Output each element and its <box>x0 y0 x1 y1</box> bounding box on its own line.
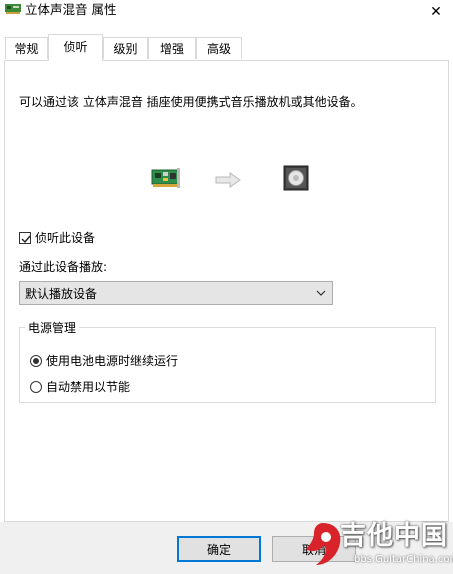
playback-device-select[interactable]: 默认播放设备 <box>19 281 333 305</box>
tab-levels[interactable]: 级别 <box>103 37 148 59</box>
playback-device-value: 默认播放设备 <box>25 286 98 301</box>
tab-general[interactable]: 常规 <box>5 37 48 59</box>
watermark-url: bbs.GuitarChina.com <box>354 554 453 565</box>
ok-button[interactable]: 确定 <box>177 536 261 562</box>
window-title: 立体声混音 属性 <box>25 2 117 17</box>
device-illustration <box>0 160 453 196</box>
sound-card-image-icon <box>151 168 180 188</box>
close-icon: ✕ <box>430 4 442 20</box>
listen-checkbox[interactable] <box>19 231 31 244</box>
arrow-right-icon <box>215 172 241 188</box>
tab-advanced[interactable]: 高级 <box>196 37 242 59</box>
tab-bar: 常规 侦听 级别 增强 高级 <box>0 34 453 61</box>
power-option-continue[interactable]: 使用电池电源时继续运行 <box>30 352 178 369</box>
power-option-label: 自动禁用以节能 <box>46 380 131 394</box>
sound-card-icon <box>5 4 21 14</box>
watermark-text: 吉他中国 <box>340 521 449 551</box>
radio-button[interactable] <box>30 380 42 393</box>
tab-enhancements[interactable]: 增强 <box>148 37 196 59</box>
radio-button-selected[interactable] <box>30 354 42 367</box>
close-button[interactable]: ✕ <box>419 0 453 24</box>
tab-listen[interactable]: 侦听 <box>48 34 103 61</box>
checkmark-icon <box>21 235 31 243</box>
power-management-title: 电源管理 <box>25 319 80 336</box>
listen-checkbox-row[interactable]: 侦听此设备 <box>19 229 95 246</box>
playback-device-label: 通过此设备播放: <box>19 260 108 274</box>
title-bar: 立体声混音 属性 ✕ <box>0 0 453 30</box>
listen-checkbox-label: 侦听此设备 <box>35 231 96 245</box>
listen-description: 可以通过该 立体声混音 插座使用便携式音乐播放机或其他设备。 <box>19 95 363 109</box>
chevron-down-icon <box>316 290 326 296</box>
speaker-icon <box>283 165 309 191</box>
power-option-label: 使用电池电源时继续运行 <box>46 354 179 368</box>
power-option-disable[interactable]: 自动禁用以节能 <box>30 378 130 395</box>
